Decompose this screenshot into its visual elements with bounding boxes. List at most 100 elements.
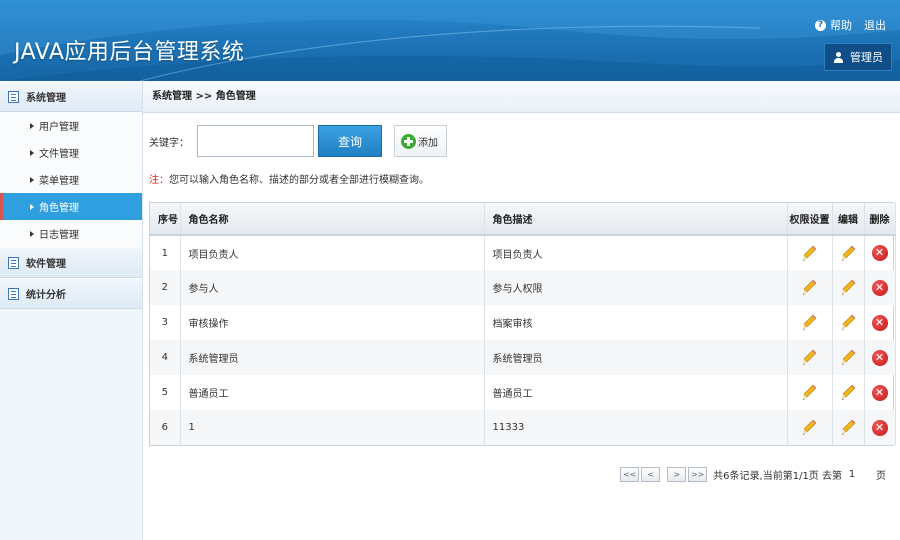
delete-cell: ✕ (864, 340, 896, 375)
permission-cell (787, 340, 833, 375)
col-header-no: 序号 (150, 203, 181, 236)
sidebar-group-software[interactable]: 软件管理 (0, 247, 142, 278)
keyword-input[interactable] (197, 125, 314, 157)
logout-link[interactable]: 退出 (864, 17, 886, 33)
add-label: 添加 (418, 137, 438, 149)
permission-pencil-icon[interactable] (802, 384, 817, 401)
row-no: 5 (150, 375, 181, 410)
edit-cell (832, 410, 865, 445)
table-row: 5 普通员工 普通员工 ✕ (150, 375, 896, 410)
edit-pencil-icon[interactable] (841, 419, 856, 436)
pagination: << < > >> 共6条记录,当前第1/1页 去第 1 页 (620, 467, 886, 482)
row-no: 3 (150, 305, 181, 340)
keyword-label: 关键字： (149, 137, 189, 149)
row-role-desc: 项目负责人 (484, 235, 788, 270)
help-label: 帮助 (830, 19, 852, 32)
delete-cell: ✕ (864, 375, 896, 410)
delete-icon[interactable]: ✕ (871, 314, 888, 331)
caret-right-icon (30, 176, 34, 183)
roles-table: 序号 角色名称 角色描述 权限设置 编辑 删除 1 项目负责人 项目负责人 ✕ 2 参与人… (149, 202, 896, 446)
delete-icon[interactable]: ✕ (871, 384, 888, 401)
col-header-name: 角色名称 (180, 203, 485, 236)
sidebar-item-label: 角色管理 (39, 203, 79, 214)
current-user-button[interactable]: 管理员 (824, 43, 892, 71)
permission-pencil-icon[interactable] (802, 279, 817, 296)
row-no: 1 (150, 235, 181, 270)
delete-icon[interactable]: ✕ (871, 279, 888, 296)
table-row: 6 1 11333 ✕ (150, 410, 896, 445)
permission-pencil-icon[interactable] (802, 349, 817, 366)
sidebar-item-label: 用户管理 (39, 122, 79, 133)
table-header-row: 序号 角色名称 角色描述 权限设置 编辑 删除 (150, 203, 896, 236)
edit-cell (832, 375, 865, 410)
edit-pencil-icon[interactable] (841, 384, 856, 401)
row-role-desc: 系统管理员 (484, 340, 788, 375)
edit-cell (832, 270, 865, 305)
permission-pencil-icon[interactable] (802, 314, 817, 331)
logout-label: 退出 (864, 19, 886, 32)
permission-pencil-icon[interactable] (802, 245, 817, 262)
sidebar-item-logs[interactable]: 日志管理 (0, 220, 142, 247)
add-role-button[interactable]: 添加 (394, 125, 447, 157)
row-no: 6 (150, 410, 181, 445)
list-icon (8, 256, 19, 269)
permission-cell (787, 375, 833, 410)
prev-page-button[interactable]: < (641, 467, 661, 482)
col-header-delete: 删除 (864, 203, 896, 236)
edit-cell (832, 305, 865, 340)
sidebar-group-system[interactable]: 系统管理 (0, 81, 142, 112)
search-note: 注：您可以输入角色名称、描述的部分或者全部进行模糊查询。 (149, 171, 429, 186)
first-page-button[interactable]: << (620, 467, 640, 482)
sidebar-item-roles[interactable]: 角色管理 (0, 193, 142, 220)
delete-cell: ✕ (864, 270, 896, 305)
edit-pencil-icon[interactable] (841, 279, 856, 296)
sidebar-group-statistics[interactable]: 统计分析 (0, 278, 142, 309)
col-header-desc: 角色描述 (484, 203, 788, 236)
edit-cell (832, 235, 865, 270)
sidebar-item-menus[interactable]: 菜单管理 (0, 166, 142, 193)
user-icon (833, 51, 844, 63)
caret-right-icon (30, 149, 34, 156)
next-page-button[interactable]: > (667, 467, 687, 482)
last-page-button[interactable]: >> (688, 467, 708, 482)
breadcrumb: 系统管理 >> 角色管理 (143, 81, 900, 113)
sidebar-item-users[interactable]: 用户管理 (0, 112, 142, 139)
permission-cell (787, 305, 833, 340)
edit-pencil-icon[interactable] (841, 245, 856, 262)
caret-right-icon (30, 122, 34, 129)
delete-cell: ✕ (864, 305, 896, 340)
row-role-name: 审核操作 (180, 305, 485, 340)
row-role-name: 项目负责人 (180, 235, 485, 270)
delete-icon[interactable]: ✕ (871, 419, 888, 436)
help-link[interactable]: ? 帮助 (815, 17, 852, 33)
list-icon (8, 287, 19, 300)
edit-cell (832, 340, 865, 375)
sidebar-group-label: 系统管理 (26, 93, 66, 104)
note-prefix: 注： (149, 175, 169, 186)
app-header: JAVA应用后台管理系统 ? 帮助 退出 管理员 (0, 0, 900, 81)
col-header-edit: 编辑 (832, 203, 865, 236)
row-role-name: 普通员工 (180, 375, 485, 410)
table-row: 3 审核操作 档案审核 ✕ (150, 305, 896, 340)
col-header-permissions: 权限设置 (787, 203, 833, 236)
delete-cell: ✕ (864, 410, 896, 445)
permission-pencil-icon[interactable] (802, 419, 817, 436)
app-title: JAVA应用后台管理系统 (14, 40, 245, 65)
delete-icon[interactable]: ✕ (871, 245, 888, 261)
edit-pencil-icon[interactable] (841, 314, 856, 331)
table-row: 2 参与人 参与人权限 ✕ (150, 270, 896, 305)
row-role-desc: 档案审核 (484, 305, 788, 340)
pager-unit: 页 (876, 471, 886, 482)
delete-icon[interactable]: ✕ (871, 349, 888, 366)
table-row: 1 项目负责人 项目负责人 ✕ (150, 235, 896, 270)
sidebar-item-files[interactable]: 文件管理 (0, 139, 142, 166)
sidebar-item-label: 菜单管理 (39, 176, 79, 187)
permission-cell (787, 235, 833, 270)
permission-cell (787, 410, 833, 445)
row-no: 4 (150, 340, 181, 375)
search-button[interactable]: 查询 (318, 125, 382, 157)
list-icon (8, 90, 19, 103)
edit-pencil-icon[interactable] (841, 349, 856, 366)
table-row: 4 系统管理员 系统管理员 ✕ (150, 340, 896, 375)
goto-page-input[interactable]: 1 (847, 469, 857, 480)
